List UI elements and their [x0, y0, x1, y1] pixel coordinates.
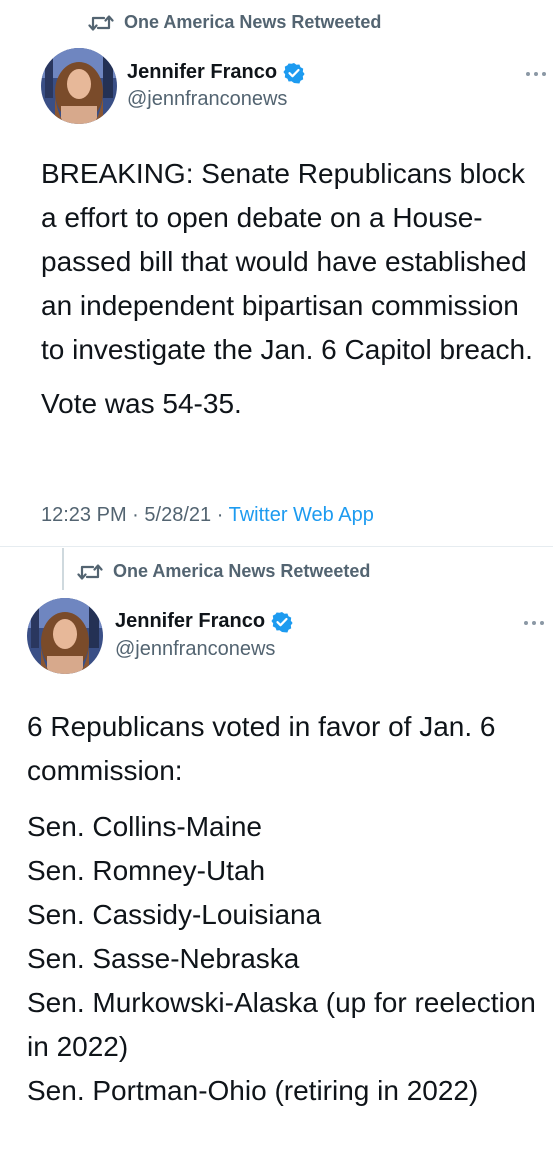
tweet-source-link[interactable]: Twitter Web App	[229, 504, 374, 526]
author-name-row[interactable]: Jennifer Franco	[127, 61, 305, 84]
avatar[interactable]	[41, 48, 117, 124]
author-handle[interactable]: @jennfranconews	[115, 638, 275, 661]
tweet-paragraph: 6 Republicans voted in favor of Jan. 6 c…	[27, 711, 496, 786]
list-item: Sen. Cassidy-Louisiana	[27, 899, 322, 930]
retweet-context[interactable]: One America News Retweeted	[88, 12, 381, 33]
tweet-paragraph: Vote was 54-35.	[41, 388, 242, 419]
tweet-divider	[0, 546, 553, 547]
retweet-icon	[88, 14, 114, 31]
more-options-icon[interactable]	[526, 72, 546, 76]
tweet-text: BREAKING: Senate Republicans block a eff…	[41, 152, 547, 426]
retweet-label: One America News Retweeted	[113, 561, 371, 581]
verified-badge-icon	[271, 611, 293, 632]
tweet-metadata: 12:23 PM · 5/28/21 · Twitter Web App	[41, 504, 374, 527]
senator-list: Sen. Collins-Maine Sen. Romney-Utah Sen.…	[27, 805, 547, 1113]
thread-connector	[62, 548, 64, 590]
tweet-time[interactable]: 12:23 PM	[41, 504, 127, 526]
tweet-paragraph: BREAKING: Senate Republicans block a eff…	[41, 158, 533, 365]
list-item: Sen. Murkowski-Alaska (up for reelection…	[27, 987, 536, 1062]
avatar-image	[27, 598, 103, 674]
list-item: Sen. Collins-Maine	[27, 811, 262, 842]
author-name[interactable]: Jennifer Franco	[127, 61, 277, 84]
avatar[interactable]	[27, 598, 103, 674]
retweet-label: One America News Retweeted	[124, 12, 382, 32]
list-item: Sen. Sasse-Nebraska	[27, 943, 300, 974]
list-item: Sen. Portman-Ohio (retiring in 2022)	[27, 1075, 479, 1106]
author-name-row[interactable]: Jennifer Franco	[115, 610, 293, 633]
list-item: Sen. Romney-Utah	[27, 855, 266, 886]
meta-separator: ·	[132, 504, 139, 526]
author-name[interactable]: Jennifer Franco	[115, 610, 265, 633]
tweet-text: 6 Republicans voted in favor of Jan. 6 c…	[27, 705, 547, 1113]
retweet-icon	[77, 563, 103, 580]
more-options-icon[interactable]	[524, 621, 544, 625]
avatar-image	[41, 48, 117, 124]
retweet-context[interactable]: One America News Retweeted	[77, 561, 370, 582]
meta-separator: ·	[216, 504, 224, 526]
tweet-date[interactable]: 5/28/21	[144, 504, 211, 526]
author-handle[interactable]: @jennfranconews	[127, 88, 287, 111]
verified-badge-icon	[283, 62, 305, 83]
